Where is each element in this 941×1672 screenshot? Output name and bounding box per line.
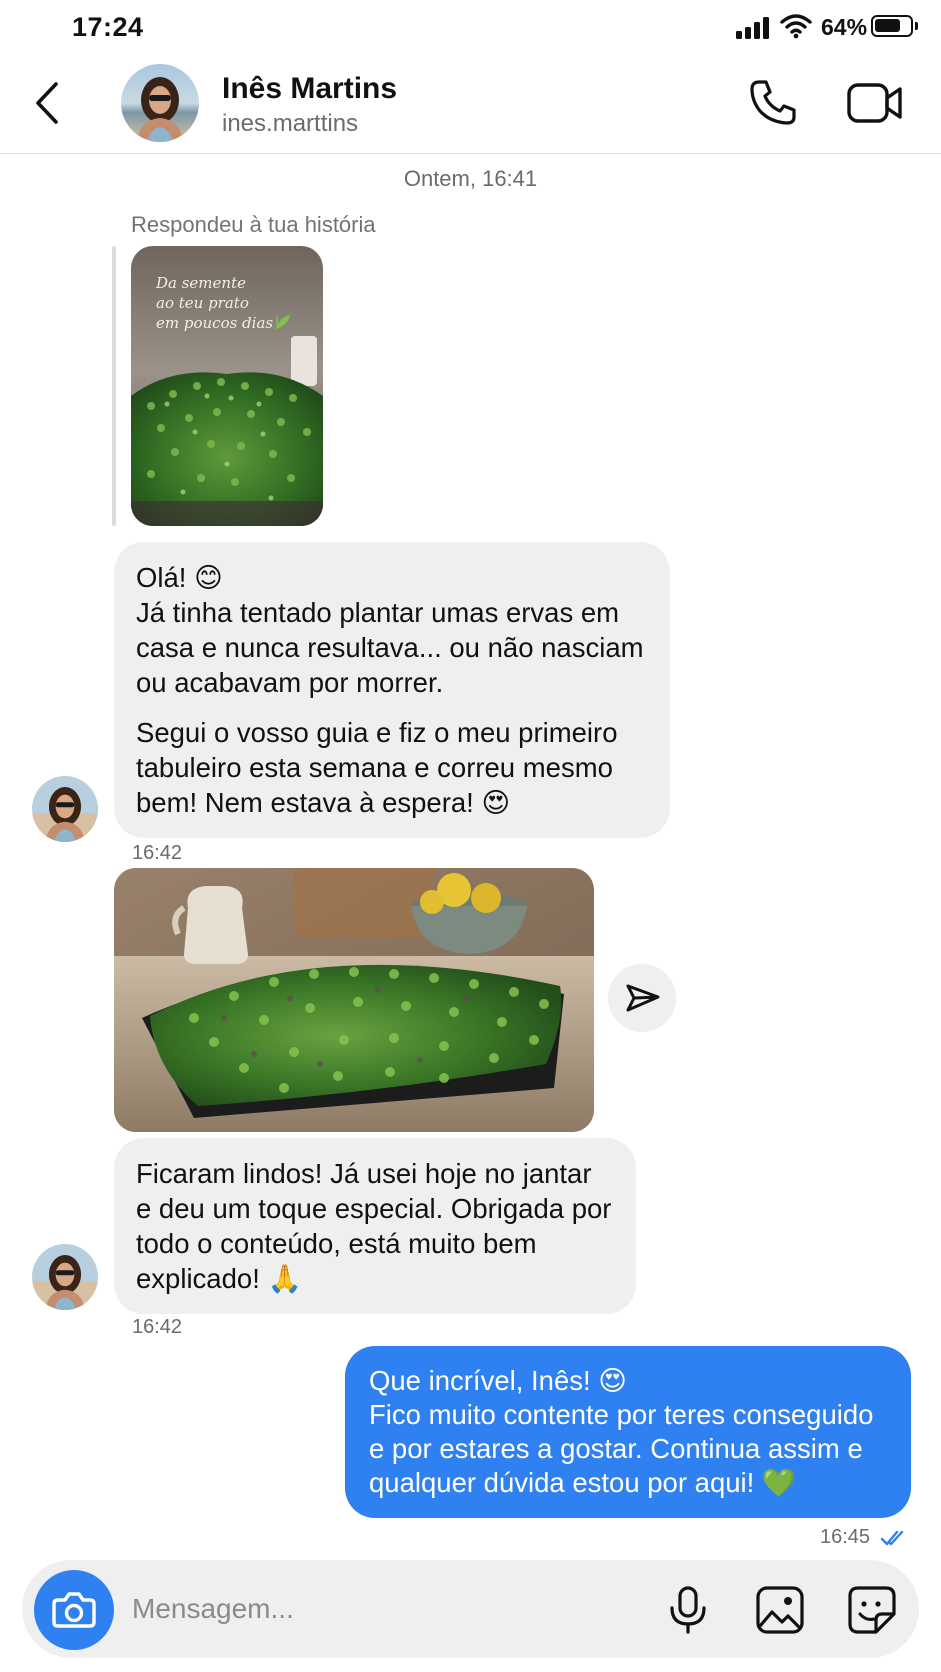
incoming-message-bubble[interactable]: Ficaram lindos! Já usei hoje no jantar e… — [114, 1138, 636, 1314]
message-greeting: Que incrível, Inês! 😍 — [369, 1365, 627, 1396]
message-timestamp: 16:42 — [132, 842, 183, 864]
story-thumbnail[interactable]: Da semente ao teu prato em poucos dias — [131, 246, 323, 526]
message-text: Ficaram lindos! Já usei hoje no jantar e… — [136, 1158, 612, 1294]
sender-avatar[interactable] — [32, 776, 98, 842]
message-text: Fico muito contente por teres conseguido… — [369, 1399, 874, 1498]
contact-avatar[interactable] — [121, 64, 199, 142]
chat-header: Inês Martins ines.marttins — [0, 52, 941, 154]
date-separator: Ontem, 16:41 — [403, 166, 538, 191]
contact-username[interactable]: ines.marttins — [222, 110, 358, 138]
camera-button[interactable] — [34, 1570, 114, 1650]
read-receipt-icon — [880, 1530, 904, 1546]
outgoing-message-bubble[interactable]: Que incrível, Inês! 😍 Fico muito content… — [345, 1346, 911, 1518]
message-timestamp: 16:42 — [132, 1316, 183, 1338]
shared-photo[interactable] — [114, 868, 594, 1132]
message-paragraph: Já tinha tentado plantar umas ervas em c… — [136, 597, 644, 698]
battery-percentage: 64% — [821, 14, 868, 40]
message-paragraph: Segui o vosso guia e fiz o meu primeiro … — [136, 717, 618, 818]
contact-name[interactable]: Inês Martins — [222, 72, 397, 106]
reply-indicator-line — [112, 246, 116, 526]
incoming-message-bubble[interactable]: Olá! 😊 Já tinha tentado plantar umas erv… — [114, 542, 670, 838]
back-button[interactable] — [28, 76, 68, 130]
gallery-button[interactable] — [754, 1584, 806, 1636]
message-input[interactable] — [132, 1582, 652, 1636]
status-time: 17:24 — [72, 12, 144, 42]
message-greeting: Olá! 😊 — [136, 562, 223, 593]
sender-avatar[interactable] — [32, 1244, 98, 1310]
sticker-button[interactable] — [846, 1584, 898, 1636]
message-timestamp: 16:45 — [820, 1526, 871, 1548]
signal-icon — [736, 17, 770, 39]
camera-icon — [52, 1592, 96, 1628]
phone-call-button[interactable] — [748, 78, 798, 128]
story-reply-label: Respondeu à tua história — [131, 212, 376, 237]
status-bar: 17:24 64% — [0, 0, 941, 52]
story-caption-line-2: ao teu prato — [156, 294, 249, 312]
battery-icon — [871, 15, 918, 37]
message-composer — [22, 1560, 919, 1658]
video-call-button[interactable] — [846, 80, 904, 126]
microphone-button[interactable] — [662, 1584, 714, 1636]
share-button[interactable] — [608, 964, 676, 1032]
story-caption-line-3: em poucos dias — [156, 314, 273, 332]
wifi-icon — [780, 14, 812, 39]
story-caption-line-1: Da semente — [155, 274, 246, 292]
